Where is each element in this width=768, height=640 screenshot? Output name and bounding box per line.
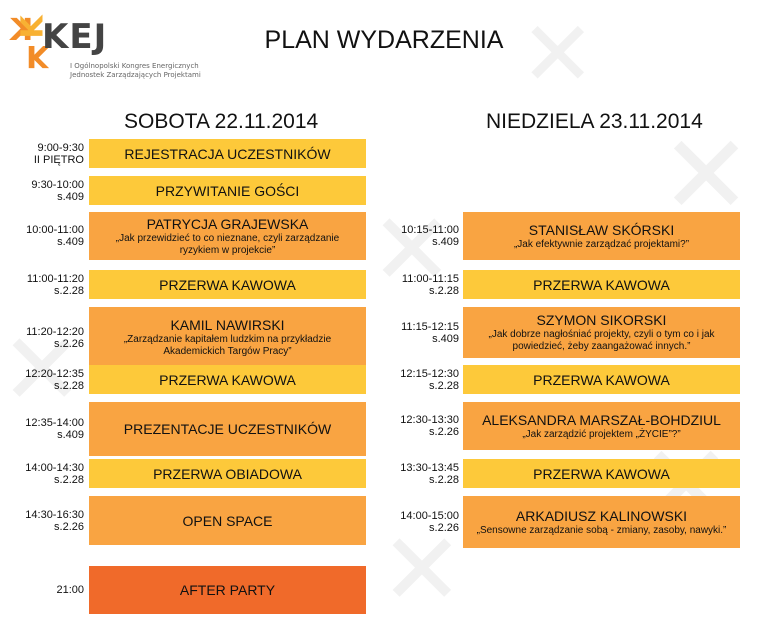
event-title: PATRYCJA GRAJEWSKA <box>146 215 309 232</box>
event-box: PRZYWITANIE GOŚCI <box>89 176 366 205</box>
room-label: II PIĘTRO <box>33 153 84 166</box>
time-range: 14:00-14:30 <box>25 461 84 474</box>
room-label: s.2.26 <box>54 337 84 350</box>
time-range: 10:15-11:00 <box>401 224 459 236</box>
time-slot: 10:15-11:00 s.409 <box>369 224 459 248</box>
time-slot: 14:00-14:30 s.2.28 <box>0 462 84 486</box>
event-description: „Jak efektywnie zarządzać projektami?” <box>513 238 690 250</box>
time-range: 13:30-13:45 <box>400 461 459 474</box>
time-range: 12:15-12:30 <box>400 367 459 380</box>
event-box: SZYMON SIKORSKI „Jak dobrze nagłośniać pr… <box>463 307 740 358</box>
time-range: 11:00-11:20 <box>26 272 84 285</box>
event-box: KAMIL NAWIRSKI „Zarządzanie kapitałem lud… <box>89 307 366 368</box>
page-title: PLAN WYDARZENIA <box>264 26 504 54</box>
event-title: ALEKSANDRA MARSZAŁ-BOHDZIUL <box>482 411 721 428</box>
time-slot: 21:00 <box>0 584 84 596</box>
logo-subtitle-line: Jednostek Zarządzających Projektami <box>70 70 201 79</box>
room-label: s.2.26 <box>429 522 459 534</box>
time-slot: 14:30-16:30 s.2.26 <box>0 509 84 533</box>
time-range: 21:00 <box>56 584 84 596</box>
event-description: „Zarządzanie kapitałem ludzkim na przykł… <box>123 334 332 357</box>
event-title: ARKADIUSZ KALINOWSKI <box>515 507 688 524</box>
event-title: PRZERWA OBIADOWA <box>153 465 302 482</box>
room-label: s.409 <box>57 236 84 248</box>
event-box: ARKADIUSZ KALINOWSKI „Sensowne zarządzani… <box>463 496 740 548</box>
time-slot: 10:00-11:00 s.409 <box>0 224 84 248</box>
time-slot: 12:30-13:30 s.2.26 <box>369 414 459 438</box>
event-box: PRZERWA KAWOWA <box>463 365 740 394</box>
event-box: STANISŁAW SKÓRSKI „Jak efektywnie zarządz… <box>463 212 740 260</box>
logo-subtitle: I Ogólnopolski Kongres Energicznych Jedn… <box>70 62 210 80</box>
event-description: „Sensowne zarządzanie sobą - zmiany, zas… <box>476 524 727 536</box>
room-label: s.2.28 <box>54 379 84 392</box>
room-label: s.2.28 <box>54 473 84 486</box>
event-title: PRZERWA KAWOWA <box>159 276 296 293</box>
event-title: STANISŁAW SKÓRSKI <box>528 221 675 238</box>
event-description: „Jak zarządzić projektem „ŻYCIE”?” <box>522 428 681 440</box>
event-box: PRZERWA KAWOWA <box>463 270 740 299</box>
time-range: 12:30-13:30 <box>400 414 459 426</box>
event-title: REJESTRACJA UCZESTNIKÓW <box>124 145 331 162</box>
event-box: PREZENTACJE UCZESTNIKÓW <box>89 402 366 456</box>
time-slot: 9:30-10:00 s.409 <box>0 179 84 203</box>
time-slot: 12:35-14:00 s.409 <box>0 417 84 441</box>
room-label: s.2.28 <box>429 379 459 392</box>
event-box: ALEKSANDRA MARSZAŁ-BOHDZIUL „Jak zarządzi… <box>463 402 740 450</box>
time-slot: 13:30-13:45 s.2.28 <box>369 462 459 486</box>
time-range: 11:15-12:15 <box>401 320 459 333</box>
room-label: s.2.28 <box>429 284 459 297</box>
event-title: PREZENTACJE UCZESTNIKÓW <box>123 421 332 437</box>
event-box: PATRYCJA GRAJEWSKA „Jak przewidzieć to co… <box>89 212 366 260</box>
time-slot: 11:00-11:15 s.2.28 <box>369 273 459 297</box>
time-slot: 11:00-11:20 s.2.28 <box>0 273 84 297</box>
event-title: KAMIL NAWIRSKI <box>170 317 285 333</box>
event-title: PRZERWA KAWOWA <box>159 371 296 388</box>
time-slot: 12:20-12:35 s.2.28 <box>0 368 84 392</box>
room-label: s.409 <box>57 190 84 203</box>
background-watermark: ✕ <box>520 2 596 107</box>
event-box: AFTER PARTY <box>89 566 366 614</box>
saturday-heading: SOBOTA 22.11.2014 <box>124 110 319 133</box>
room-label: s.2.26 <box>54 520 84 533</box>
time-slot: 14:00-15:00 s.2.26 <box>369 510 459 534</box>
event-box: PRZERWA OBIADOWA <box>89 459 366 488</box>
event-title: PRZYWITANIE GOŚCI <box>155 182 300 199</box>
event-box: REJESTRACJA UCZESTNIKÓW <box>89 139 366 168</box>
room-label: s.2.28 <box>54 284 84 297</box>
time-range: 14:00-15:00 <box>400 510 459 522</box>
logo-subtitle-line: I Ogólnopolski Kongres Energicznych <box>70 62 199 70</box>
event-title: OPEN SPACE <box>182 512 273 529</box>
room-label: s.2.28 <box>429 473 459 486</box>
time-range: 14:30-16:30 <box>25 508 84 521</box>
event-box: PRZERWA KAWOWA <box>463 459 740 488</box>
room-label: s.409 <box>57 429 84 441</box>
time-range: 12:20-12:35 <box>25 367 84 380</box>
event-description: „Jak przewidzieć to co nieznane, czyli z… <box>115 232 340 256</box>
time-range: 11:20-12:20 <box>26 325 84 338</box>
time-range: 12:35-14:00 <box>25 417 84 429</box>
event-box: PRZERWA KAWOWA <box>89 270 366 299</box>
time-slot: 12:15-12:30 s.2.28 <box>369 368 459 392</box>
time-slot: 11:15-12:15 s.409 <box>369 321 459 345</box>
event-title: AFTER PARTY <box>179 582 276 598</box>
time-range: 11:00-11:15 <box>401 272 459 285</box>
room-label: s.409 <box>432 236 459 248</box>
time-range: 9:30-10:00 <box>31 178 84 191</box>
event-box: PRZERWA KAWOWA <box>89 365 366 394</box>
event-box: OPEN SPACE <box>89 496 366 545</box>
time-slot: 11:20-12:20 s.2.26 <box>0 326 84 350</box>
time-slot: 9:00-9:30 II PIĘTRO <box>0 142 84 166</box>
room-label: s.409 <box>432 332 459 345</box>
event-title: PRZERWA KAWOWA <box>533 371 670 388</box>
event-title: SZYMON SIKORSKI <box>536 312 667 328</box>
sunday-heading: NIEDZIELA 23.11.2014 <box>486 110 703 133</box>
time-range: 10:00-11:00 <box>26 224 84 236</box>
event-title: PRZERWA KAWOWA <box>533 465 670 482</box>
room-label: s.2.26 <box>429 426 459 438</box>
event-title: PRZERWA KAWOWA <box>533 276 670 293</box>
background-watermark: ✕ <box>380 511 464 628</box>
time-range: 9:00-9:30 <box>37 141 84 154</box>
event-description: „Jak dobrze nagłośniać projekty, czyli o… <box>488 329 715 352</box>
